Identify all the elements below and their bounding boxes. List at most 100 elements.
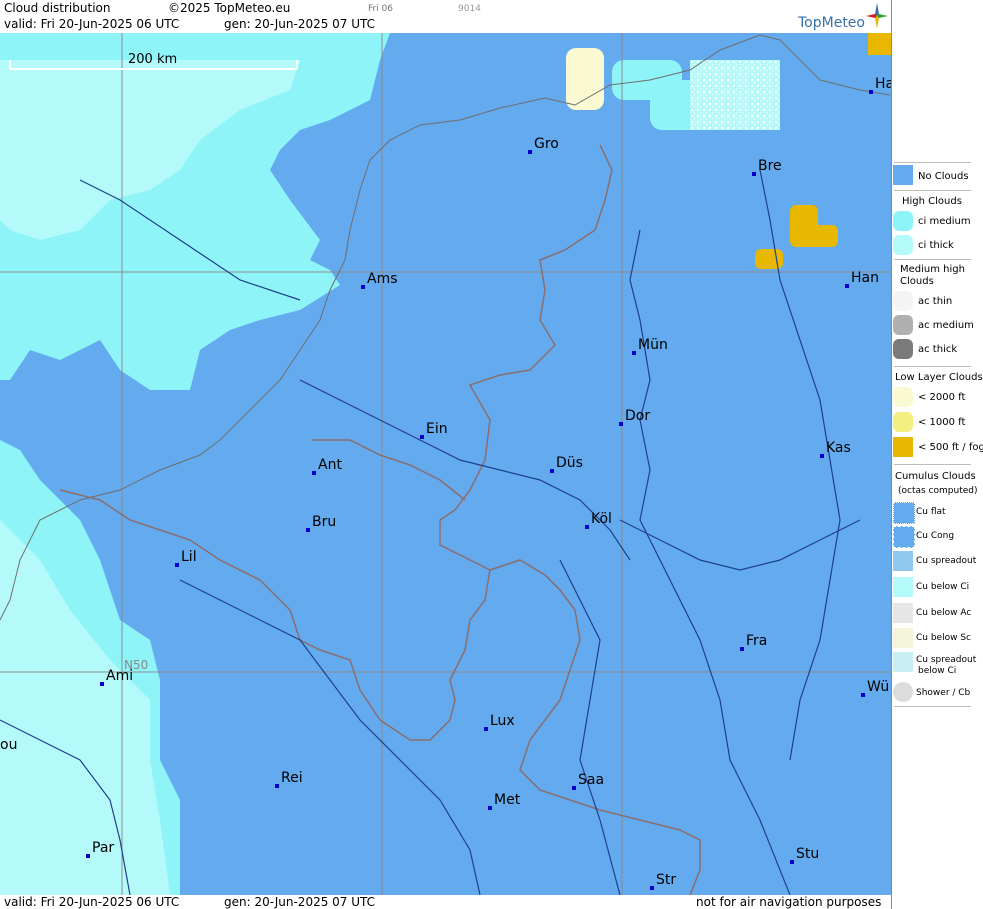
city-dot-bru — [306, 528, 310, 532]
legend-cu-below-ac: Cu below Ac — [916, 608, 972, 618]
city-dot-bre — [752, 172, 756, 176]
low-cloud-patch-north — [566, 48, 604, 110]
city-label-dor: Dor — [625, 408, 651, 424]
legend-low-500: < 500 ft / fog — [918, 442, 983, 453]
city-label-par: Par — [92, 840, 115, 856]
legend-shower: Shower / Cb — [916, 688, 971, 698]
legend-ci-medium: ci medium — [918, 216, 971, 227]
city-label-ams: Ams — [367, 271, 398, 287]
city-dot-ami — [100, 682, 104, 686]
city-dot-lil — [175, 563, 179, 567]
city-label-str: Str — [656, 872, 677, 888]
legend-no-clouds: No Clouds — [918, 171, 969, 182]
city-dot-met — [488, 806, 492, 810]
city-label-bru: Bru — [312, 514, 337, 530]
legend-low-1000: < 1000 ft — [918, 417, 966, 428]
city-dot-dus — [550, 469, 554, 473]
city-label-mun: Mün — [638, 337, 668, 353]
valid-time: valid: Fri 20-Jun-2025 06 UTC — [4, 17, 180, 31]
ac-thin-swatch — [893, 291, 913, 311]
city-dot-lux — [484, 727, 488, 731]
cu-cong-swatch — [893, 526, 915, 548]
cu-spread-below-ci-swatch — [893, 652, 913, 672]
city-label-ami: Ami — [106, 668, 134, 684]
cu-below-sc-swatch — [893, 628, 913, 648]
city-label-rei: Rei — [281, 770, 303, 786]
city-label-lux: Lux — [490, 713, 515, 729]
city-label-fra: Fra — [746, 633, 768, 649]
city-label-dus: Düs — [556, 455, 583, 471]
compass-logo-icon — [866, 3, 888, 29]
city-dot-stu — [790, 860, 794, 864]
legend-ac-medium: ac medium — [918, 320, 974, 331]
city-dot-kas — [820, 454, 824, 458]
city-label-ha: Ha — [875, 76, 891, 92]
city-dot-han — [845, 284, 849, 288]
city-dot-ha — [869, 90, 873, 94]
topmeteo-logo-text: TopMeteo — [798, 15, 865, 31]
city-label-ou: ou — [0, 737, 18, 753]
cu-flat-swatch — [893, 502, 915, 524]
legend-divider — [894, 706, 971, 707]
legend-cu-spreadout: Cu spreadout — [916, 556, 977, 566]
map-title: Cloud distribution — [4, 1, 111, 15]
scale-bar-label: 200 km — [128, 52, 178, 67]
fog-patch-ne — [868, 33, 891, 55]
ac-medium-swatch — [893, 315, 913, 335]
no-clouds-swatch — [893, 165, 913, 185]
legend-cu-title-1: Cumulus Clouds — [895, 471, 976, 482]
city-dot-dor — [619, 422, 623, 426]
legend-cu-spread-below-ci-2: below Ci — [918, 666, 957, 676]
legend-cu-below-ci: Cu below Ci — [916, 582, 970, 592]
city-label-gro: Gro — [534, 136, 559, 152]
city-label-kol: Köl — [591, 511, 612, 527]
legend-low-2000: < 2000 ft — [918, 392, 966, 403]
ac-thick-swatch — [893, 339, 913, 359]
fog-swatch — [893, 437, 913, 457]
legend-ac-thin: ac thin — [918, 296, 953, 307]
footer-generated-time: gen: 20-Jun-2025 07 UTC — [224, 895, 376, 909]
legend-cu-title-2: (octas computed) — [898, 486, 978, 496]
city-label-saa: Saa — [578, 772, 605, 788]
legend-medium-title-2: Clouds — [900, 276, 934, 287]
city-label-han: Han — [851, 270, 879, 286]
city-dot-gro — [528, 150, 532, 154]
disclaimer-text: not for air navigation purposes — [696, 895, 882, 909]
low-2000-swatch — [893, 387, 913, 407]
legend-low-title: Low Layer Clouds — [895, 372, 983, 383]
city-label-lil: Lil — [181, 549, 197, 565]
shower-swatch — [893, 682, 913, 702]
city-label-ant: Ant — [318, 457, 342, 473]
map-header: Cloud distribution ©2025 TopMeteo.eu Fri… — [0, 0, 891, 33]
city-dot-par — [86, 854, 90, 858]
footer-valid-time: valid: Fri 20-Jun-2025 06 UTC — [4, 895, 180, 909]
legend-panel: No Clouds High Clouds ci medium ci thick… — [891, 0, 983, 909]
city-dot-saa — [572, 786, 576, 790]
city-dot-ein — [420, 435, 424, 439]
legend-divider — [894, 162, 971, 163]
legend-medium-title-1: Medium high — [900, 264, 965, 275]
cloud-map[interactable]: 200 km N50 Ha Gro Bre Ams Han Mün Dor Ein Kas Ant… — [0, 33, 891, 895]
city-dot-wu — [861, 693, 865, 697]
city-dot-fra — [740, 647, 744, 651]
legend-ac-thick: ac thick — [918, 344, 958, 355]
legend-divider — [894, 259, 971, 260]
cu-below-ci-swatch — [893, 577, 913, 597]
cu-below-ac-swatch — [893, 603, 913, 623]
generated-time: gen: 20-Jun-2025 07 UTC — [224, 17, 376, 31]
city-label-kas: Kas — [826, 440, 851, 456]
low-1000-swatch — [893, 412, 913, 432]
legend-divider — [894, 464, 971, 465]
map-footer: valid: Fri 20-Jun-2025 06 UTC gen: 20-Ju… — [0, 895, 891, 909]
city-dot-kol — [585, 525, 589, 529]
ci-thick-swatch — [893, 235, 913, 255]
city-label-wu: Wü — [867, 679, 890, 695]
legend-cu-spread-below-ci-1: Cu spreadout — [916, 655, 977, 665]
legend-divider — [894, 366, 971, 367]
copyright-text: ©2025 TopMeteo.eu — [168, 1, 291, 15]
city-dot-ams — [361, 285, 365, 289]
legend-cu-below-sc: Cu below Sc — [916, 633, 971, 643]
legend-ci-thick: ci thick — [918, 240, 954, 251]
ci-medium-swatch — [893, 211, 913, 231]
forecast-day-label: Fri 06 — [368, 4, 394, 14]
